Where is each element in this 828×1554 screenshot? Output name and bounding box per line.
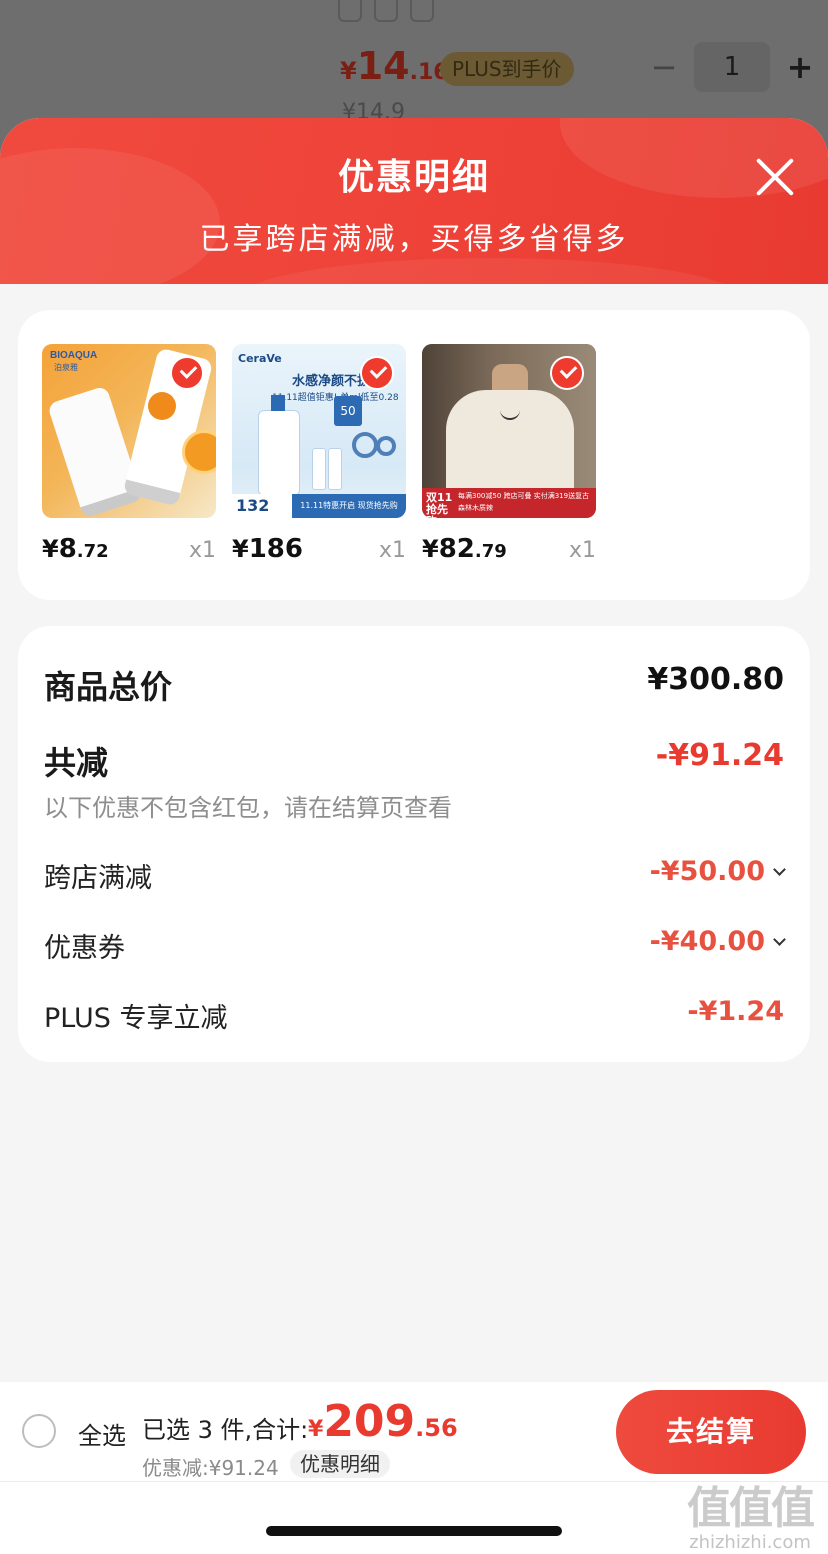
discount-label: 跨店满减 [44,863,152,894]
selected-products-card: BIOAQUA 泊泉雅 ¥8.72 x1 CeraVe 水感净颜不拔干 11.1… [18,310,810,600]
orange-graphic [182,430,216,474]
mini-bottle-graphic [312,448,326,490]
discount-value-wrap: -¥40.00 [649,926,786,957]
promo-banner-right: 每满300减50 跨店可叠 实付满319送复古森林木质辣 [458,492,590,512]
discount-label: PLUS 专享立减 [44,1003,228,1034]
total-value: ¥300.80 [647,662,784,697]
sheet-subtitle: 已享跨店满减，买得多省得多 [199,222,629,257]
discount-detail-sheet: 优惠明细 已享跨店满减，买得多省得多 BIOAQUA 泊泉雅 ¥8.72 x1 … [0,118,828,1554]
necklace-graphic [500,398,520,420]
price-symbol: ¥ [232,535,249,563]
discount-label: 优惠券 [44,933,125,964]
background-tag [338,0,362,22]
discount-value: -¥40.00 [649,926,765,957]
bottle-graphic [258,395,300,496]
discount-value: -¥50.00 [649,856,765,887]
grand-total: ¥ 209 .56 [308,1396,458,1447]
background-tag [374,0,398,22]
image-price-tag-value: 132 [236,496,270,515]
image-price-tag-text: 11.11特惠开启 现货抢先购 [292,494,406,518]
background-tags [338,0,434,22]
background-price-int: 14 [356,44,410,88]
selected-count-label: 已选 3 件,合计: [142,1416,309,1444]
product-item[interactable]: 双11 抢先购 每满300减50 跨店可叠 实付满319送复古森林木质辣 ¥82… [422,344,596,564]
grand-total-dec: .56 [415,1414,458,1442]
chevron-down-icon[interactable] [773,863,786,876]
price-symbol: ¥ [422,535,439,563]
header-decoration [240,258,740,284]
ring-graphic [376,436,396,456]
checkmark-icon[interactable] [170,356,204,390]
checkout-bar: 全选 已选 3 件,合计: ¥ 209 .56 优惠减:¥91.24 优惠明细 … [0,1382,828,1482]
background-price-symbol: ¥ [340,57,357,85]
checkmark-icon[interactable] [550,356,584,390]
quantity-stepper: − 1 + [650,42,814,92]
price-dec: .79 [474,541,507,562]
plus-price-badge: PLUS到手价 [440,52,574,86]
checkout-button[interactable]: 去结算 [616,1390,806,1474]
home-indicator[interactable] [266,1526,562,1536]
grand-total-symbol: ¥ [308,1417,324,1442]
promo-banner-left: 双11 抢先购 [426,491,453,519]
discount-summary: 优惠减:¥91.24 [142,1456,279,1480]
product-price: ¥8.72 [42,534,109,564]
product-image: 双11 抢先购 每满300减50 跨店可叠 实付满319送复古森林木质辣 [422,344,596,518]
price-dec: .72 [76,541,109,562]
watermark-logo: 值值值 [687,1483,815,1534]
ring-graphic [352,432,378,458]
close-icon[interactable] [752,154,798,200]
quantity-value: 1 [694,42,770,92]
price-int: 82 [438,534,475,564]
product-item[interactable]: CeraVe 水感净颜不拔干 11.11超值钜惠! 单ml低至0.28元 50 … [232,344,406,564]
watermark: 值值值 zhizhizhi.com [680,1472,820,1553]
checkmark-icon[interactable] [360,356,394,390]
select-all-label[interactable]: 全选 [78,1416,126,1451]
product-badge: 50 [334,396,362,426]
image-price-tag: 132 11.11特惠开启 现货抢先购 [232,494,406,518]
product-quantity: x1 [568,538,596,563]
price-summary-card: 商品总价 ¥300.80 共减 -¥91.24 以下优惠不包含红包，请在结算页查… [18,626,810,1062]
grand-total-int: 209 [323,1396,416,1447]
price-int: 8 [58,534,77,564]
tube-graphic [46,385,144,518]
price-symbol: ¥ [42,535,59,563]
minus-button: − [650,48,678,86]
background-tag [410,0,434,22]
product-brand: BIOAQUA [50,350,98,361]
product-quantity: x1 [378,538,406,563]
plus-button: + [786,48,814,86]
reduce-value: -¥91.24 [655,738,784,773]
product-item[interactable]: BIOAQUA 泊泉雅 ¥8.72 x1 [42,344,216,564]
select-all-radio[interactable] [22,1414,56,1448]
product-quantity: x1 [188,538,216,563]
discount-value: -¥1.24 [687,996,784,1027]
mini-bottle-graphic [328,448,342,490]
watermark-url: zhizhizhi.com [689,1532,811,1553]
total-label: 商品总价 [44,668,173,706]
product-price: ¥82.79 [422,534,507,564]
product-image: CeraVe 水感净颜不拔干 11.11超值钜惠! 单ml低至0.28元 50 … [232,344,406,518]
background-price: ¥ 14 .16 [340,44,449,88]
product-logo: CeraVe [238,352,282,365]
orange-graphic [148,392,176,420]
sheet-title: 优惠明细 [337,157,490,198]
product-image: BIOAQUA 泊泉雅 [42,344,216,518]
discount-value-wrap: -¥50.00 [649,856,786,887]
product-price: ¥186 [232,534,303,564]
reduce-label: 共减 [44,744,109,782]
sheet-header: 优惠明细 已享跨店满减，买得多省得多 [0,118,828,284]
discount-note: 以下优惠不包含红包，请在结算页查看 [44,794,452,822]
product-brand-sub: 泊泉雅 [54,363,78,372]
chevron-down-icon[interactable] [773,933,786,946]
price-int: 186 [248,534,303,564]
image-promo-banner: 双11 抢先购 每满300减50 跨店可叠 实付满319送复古森林木质辣 [422,488,596,518]
discount-detail-button[interactable]: 优惠明细 [290,1450,390,1478]
